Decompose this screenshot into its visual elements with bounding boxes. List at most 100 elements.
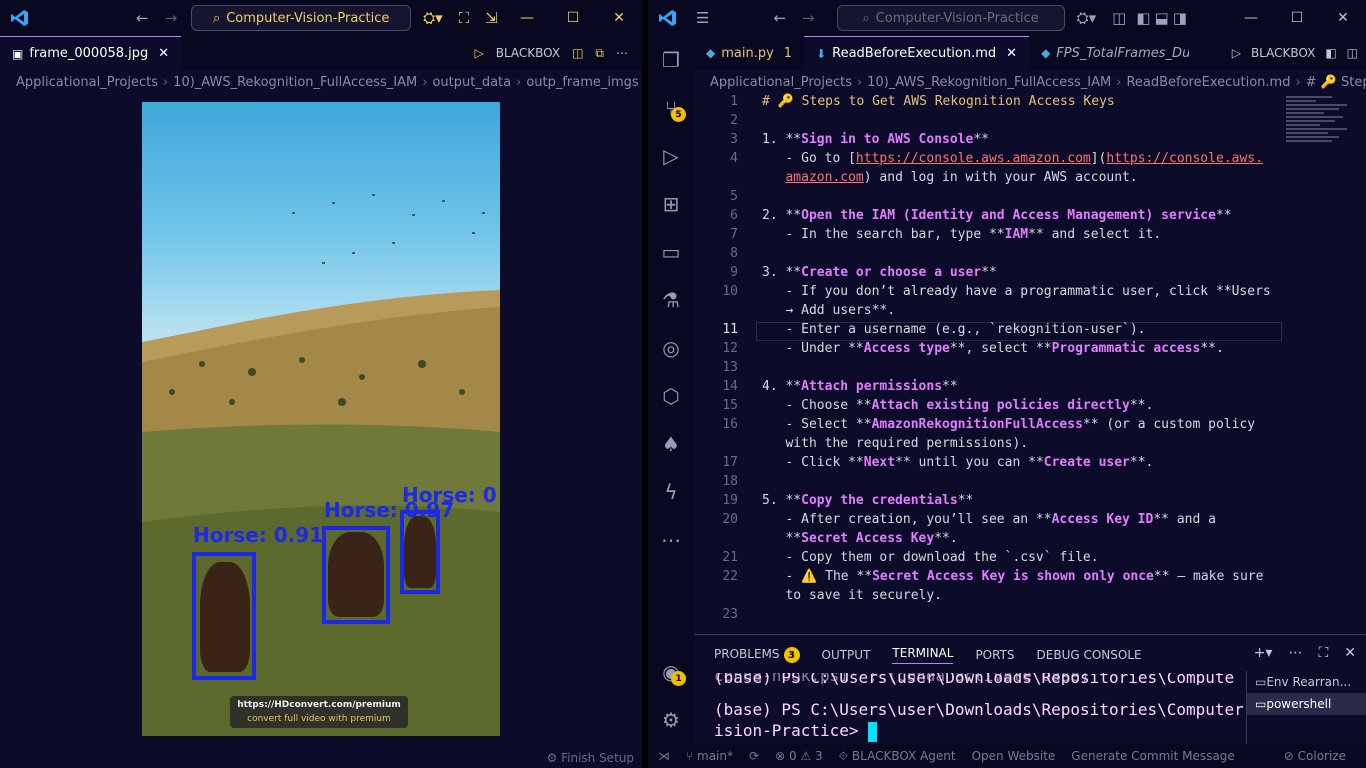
terminal-icon: ▭ [1255,697,1267,711]
extensions-icon[interactable]: ⊞ [648,180,694,228]
close-panel-icon[interactable]: ✕ [1344,645,1356,661]
run-icon[interactable]: ▷ [1232,46,1241,60]
maximize-icon[interactable]: ☐ [550,0,596,36]
source-control-icon[interactable]: ⑂ 5 [648,84,694,132]
terminal-item[interactable]: ▭ Env Rearran... [1247,671,1366,693]
minimize-icon[interactable]: — [1228,0,1274,36]
layout-icon[interactable]: ◫ [1104,9,1134,27]
code-editor[interactable]: 1 # 🔑 Steps to Get AWS Rekognition Access… [694,94,1282,634]
explorer-icon[interactable]: ❐ [648,36,694,84]
tab-terminal[interactable]: TERMINAL [892,646,954,664]
generate-commit-status[interactable]: Generate Commit Message [1071,749,1234,763]
breadcrumb-item[interactable]: 10)_AWS_Rekognition_FullAccess_IAM [173,75,417,90]
detection-box [192,552,256,680]
tab-problems[interactable]: PROBLEMS 3 [714,647,800,664]
terminal-output[interactable]: conda-hook.ps1' ; (conda activate base)(… [714,673,1263,742]
close-icon[interactable]: ✕ [1320,0,1366,36]
code-line: - Enter a username (e.g., `rekognition-u… [762,322,1146,337]
close-tab-icon[interactable]: ✕ [1006,46,1017,61]
forward-icon[interactable]: → [157,9,186,27]
sidebar-toggle-icon[interactable]: ◧ [1134,9,1152,27]
run-debug-icon[interactable]: ▷ [648,132,694,180]
finish-setup-status[interactable]: ⚙ Finish Setup [547,751,634,765]
open-website-status[interactable]: Open Website [972,749,1056,763]
line-number: 2 [730,113,738,128]
split-editor-icon[interactable]: ◫ [572,46,583,60]
tab-fps[interactable]: ◆FPS_TotalFrames_Duratio [1029,36,1189,70]
breadcrumb-item[interactable]: outp_frame_imgs [526,75,638,90]
mongodb-leaf-icon[interactable]: ♠ [648,420,694,468]
sync-icon[interactable]: ⟳ [749,749,759,763]
breadcrumb-item[interactable]: # 🔑 Steps to [1306,75,1366,90]
split-editor-icon[interactable]: ◫ [1347,46,1358,60]
breadcrumb-item[interactable]: Applicational_Projects [16,75,158,90]
account-icon[interactable]: ◉ 1 [648,648,694,696]
tab-ports[interactable]: PORTS [975,648,1014,662]
github-icon[interactable]: ◎ [648,324,694,372]
copilot-icon[interactable]: ⛭▾ [1069,9,1105,27]
code-line: amazon.com) and log in with your AWS acc… [785,170,1138,185]
menu-icon[interactable]: ☰ [688,9,717,27]
copilot-icon[interactable]: ⛭▾ [415,9,451,27]
image-preview: Horse: 0.91 Horse: 0 Horse: 0.97 https:/… [142,102,500,736]
remote-icon[interactable]: ⋊ [658,749,670,763]
breadcrumb-item[interactable]: output_data [432,75,511,90]
breadcrumb-item[interactable]: ReadBeforeExecution.md [1126,75,1290,90]
run-icon[interactable]: ▷ [474,46,483,60]
new-terminal-icon[interactable]: +▾ [1254,645,1273,661]
blackbox-button[interactable]: BLACKBOX [496,46,560,60]
testing-icon[interactable]: ⚗ [648,276,694,324]
blackbox-button[interactable]: BLACKBOX [1251,46,1315,60]
right-titlebar: ☰ ← → ⌕ Computer-Vision-Practice ⛭▾ ◫ ◧ ⬓… [648,0,1366,36]
pin-icon[interactable]: ⇲ [477,9,506,27]
left-titlebar: ← → ⌕ Computer-Vision-Practice ⛭▾ ⛶ ⇲ — ☐… [0,0,642,36]
minimap[interactable] [1286,94,1362,154]
containers-icon[interactable]: ⬡ [648,372,694,420]
close-tab-icon[interactable]: ✕ [158,46,169,61]
tab-main-py[interactable]: ◆ main.py 1 [694,36,804,70]
close-icon[interactable]: ✕ [596,0,642,36]
terminal-item[interactable]: ▭ powershell [1247,693,1366,715]
maximize-panel-icon[interactable]: ⛶ [1318,645,1328,661]
maximize-icon[interactable]: ☐ [1274,0,1320,36]
detection-label: Horse: 0.91 [193,523,324,547]
settings-gear-icon[interactable]: ⚙ [648,696,694,744]
blackbox-bolt-icon[interactable]: ϟ [648,468,694,516]
secondary-sidebar-icon[interactable]: ◨ [1171,9,1189,27]
search-icon: ⌕ [212,10,221,26]
command-center-search[interactable]: ⌕ Computer-Vision-Practice [191,5,412,31]
terminal-icon: ▭ [1255,675,1267,689]
tab-output[interactable]: OUTPUT [822,648,871,662]
line-number: 15 [722,398,738,413]
back-icon[interactable]: ← [128,9,157,27]
tab-debug-console[interactable]: DEBUG CONSOLE [1037,648,1142,662]
more-actions-icon[interactable]: ⋯ [1288,645,1302,661]
command-center-search[interactable]: ⌕ Computer-Vision-Practice [836,5,1065,31]
back-icon[interactable]: ← [765,9,794,27]
scm-badge: 5 [671,107,686,122]
fullscreen-icon[interactable]: ⛶ [451,9,478,27]
open-preview-icon[interactable]: ⧉ [595,46,604,61]
breadcrumb-item[interactable]: Applicational_Projects [710,75,852,90]
more-views-icon[interactable]: ⋯ [648,516,694,564]
line-number: 6 [730,208,738,223]
line-number: 18 [722,474,738,489]
forward-icon[interactable]: → [794,9,823,27]
breadcrumb-item[interactable]: 10)_AWS_Rekognition_FullAccess_IAM [867,75,1111,90]
breadcrumb: Applicational_Projects › 10)_AWS_Rekognit… [710,70,1366,94]
line-number: 20 [722,512,738,527]
minimize-icon[interactable]: — [504,0,550,36]
branch-status[interactable]: ⑂ main* [686,749,733,763]
more-actions-icon[interactable]: ⋯ [616,46,628,60]
line-number: 14 [722,379,738,394]
line-number: 8 [730,246,738,261]
blackbox-agent-status[interactable]: ⟐ BLACKBOX Agent [839,749,956,764]
remote-explorer-icon[interactable]: ▭ [648,228,694,276]
problems-status[interactable]: ⊗ 0 ⚠ 3 [775,749,823,763]
line-number: 5 [730,189,738,204]
colorize-status[interactable]: ⊘ Colorize [1284,749,1366,763]
tab-readme[interactable]: ⬇ ReadBeforeExecution.md ✕ [804,36,1030,70]
open-preview-icon[interactable]: ◧ [1325,46,1336,60]
panel-toggle-icon[interactable]: ⬓ [1153,9,1171,27]
tab-frame-image[interactable]: ▣ frame_000058.jpg ✕ [0,36,182,70]
